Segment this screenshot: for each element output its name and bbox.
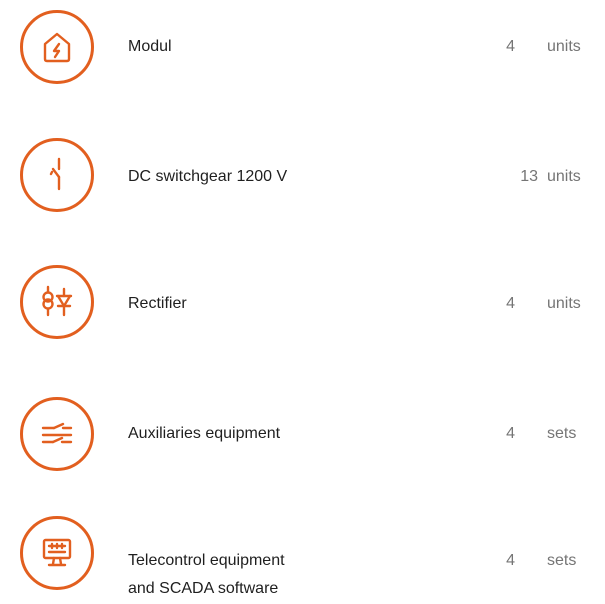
equipment-row-dc-switchgear: DC switchgear 1200 V 13 units (0, 138, 605, 218)
transformer-diode-icon (20, 265, 94, 339)
item-unit: units (547, 295, 581, 312)
equipment-row-rectifier: Rectifier 4 units (0, 265, 605, 345)
house-lightning-icon (20, 10, 94, 84)
item-name: DC switchgear 1200 V (128, 168, 288, 185)
item-unit: sets (547, 552, 577, 569)
item-quantity: 13 (520, 168, 538, 185)
item-quantity: 4 (506, 552, 515, 569)
item-name: Rectifier (128, 295, 187, 312)
item-unit: units (547, 168, 581, 185)
item-quantity: 4 (506, 38, 515, 55)
item-quantity: 4 (506, 295, 515, 312)
item-unit: sets (547, 425, 577, 442)
equipment-row-telecontrol: Telecontrol equipment and SCADA software… (0, 516, 605, 597)
item-name: Modul (128, 38, 172, 55)
item-unit: units (547, 38, 581, 55)
item-quantity: 4 (506, 425, 515, 442)
equipment-row-auxiliaries: Auxiliaries equipment 4 sets (0, 397, 605, 477)
monitor-icon (20, 516, 94, 590)
switch-icon (20, 138, 94, 212)
item-name-line2: and SCADA software (128, 580, 279, 597)
breaker-lines-icon (20, 397, 94, 471)
item-name: Auxiliaries equipment (128, 425, 281, 442)
item-name: Telecontrol equipment (128, 552, 285, 569)
equipment-row-modul: Modul 4 units (0, 10, 605, 90)
